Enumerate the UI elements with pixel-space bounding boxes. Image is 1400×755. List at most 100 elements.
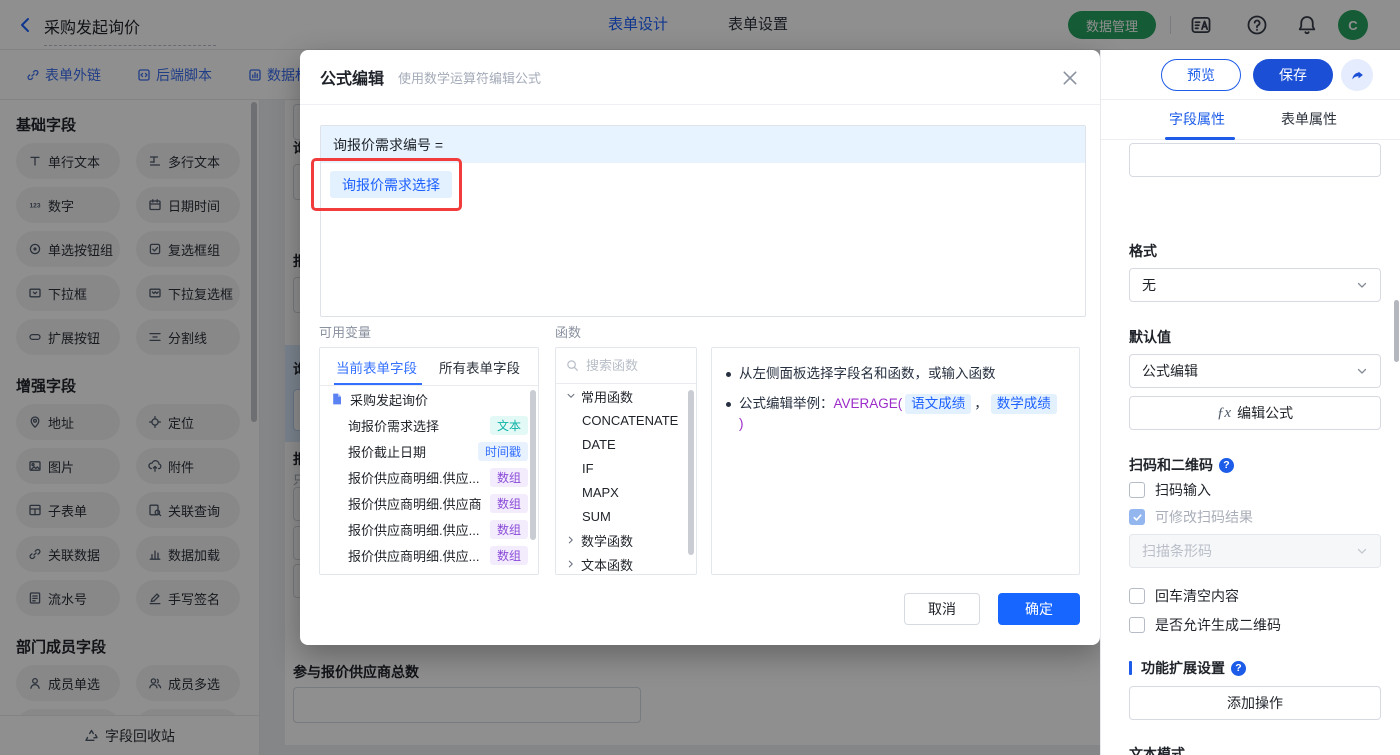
search-icon (567, 360, 578, 371)
hint-field-chip: 数学成绩 (990, 394, 1057, 414)
variable-type-badge: 数组 (489, 519, 528, 539)
hint-fn-name: AVERAGE( (833, 396, 903, 411)
format-value: 无 (1142, 277, 1156, 293)
share-button[interactable] (1341, 59, 1373, 91)
fx-icon: ƒx (1216, 404, 1232, 421)
functions-label: 函数 (555, 325, 582, 340)
properties-tabs: 字段属性 表单属性 (1101, 100, 1400, 140)
variable-tree-root[interactable]: 采购发起询价 (320, 386, 538, 412)
checkbox-checked-icon (1129, 509, 1145, 525)
function-group[interactable]: 数学函数 (556, 528, 696, 552)
default-value: 公式编辑 (1142, 363, 1198, 379)
properties-panel: 预览 保存 字段属性 表单属性 格式 无 默认值 公式编辑 ƒx 编辑公式 扫码… (1100, 50, 1400, 755)
checkbox-label: 是否允许生成二维码 (1155, 617, 1281, 633)
active-tab-underline (1165, 137, 1235, 140)
help-circle-icon[interactable] (1219, 457, 1234, 473)
add-action-button[interactable]: 添加操作 (1129, 686, 1381, 720)
variables-tabs: 当前表单字段 所有表单字段 (320, 348, 538, 386)
hint-example-line: 公式编辑举例：AVERAGE(语文成绩，数学成绩) (726, 394, 1063, 434)
default-value-select[interactable]: 公式编辑 (1129, 354, 1381, 388)
function-item[interactable]: IF (556, 456, 696, 480)
checkbox-label: 回车清空内容 (1155, 588, 1239, 604)
edit-formula-label: 编辑公式 (1237, 405, 1294, 421)
tab-all-form-fields[interactable]: 所有表单字段 (439, 357, 520, 377)
modal-footer: 取消 确定 (904, 593, 1080, 625)
hints-panel: 从左侧面板选择字段名和函数，或输入函数 公式编辑举例：AVERAGE(语文成绩，… (711, 347, 1080, 575)
panel-scrollbar[interactable] (1394, 300, 1399, 362)
function-group[interactable]: 文本函数 (556, 552, 696, 574)
barcode-type-select[interactable]: 扫描条形码 (1129, 534, 1381, 568)
function-group-name: 常用函数 (581, 389, 634, 405)
checkbox-label: 扫码输入 (1155, 482, 1211, 498)
variable-name: 报价供应商明细.供应... (348, 470, 480, 486)
modal-title: 公式编辑 (320, 71, 385, 88)
variables-scrollbar[interactable] (530, 390, 536, 540)
variable-list: 询报价需求选择 文本 报价截止日期 时间戳 报价供应商明细.供应... 数组 报价供应商明细… (320, 412, 538, 568)
function-item[interactable]: SUM (556, 504, 696, 528)
function-item[interactable]: CONCATENATE (556, 408, 696, 432)
chevron-down-icon (1357, 282, 1367, 288)
variable-name: 报价供应商明细.供应商 (348, 496, 482, 512)
preview-button[interactable]: 预览 (1161, 59, 1241, 91)
tab-current-form-fields[interactable]: 当前表单字段 (336, 357, 417, 377)
chevron-down-icon (1357, 368, 1367, 374)
variable-item[interactable]: 报价供应商明细.供应... 数组 (320, 464, 538, 490)
tab-form-properties[interactable]: 表单属性 (1281, 100, 1337, 140)
variable-item[interactable]: 报价供应商明细.供应... 数组 (320, 542, 538, 568)
function-group[interactable]: 常用函数 (556, 384, 696, 408)
close-icon[interactable] (1062, 70, 1078, 86)
app-root: 采购发起询价 表单设计 表单设置 数据管理 C 表单外链 后端脚本 数据权限 基… (0, 0, 1400, 755)
default-value-label: 默认值 (1129, 329, 1171, 345)
caret-right-icon (568, 536, 573, 544)
bullet-icon (726, 402, 731, 407)
field-name-input[interactable] (1129, 143, 1381, 177)
variable-type-badge: 数组 (489, 467, 528, 487)
form-doc-icon (333, 393, 342, 405)
hint-example: 公式编辑举例：AVERAGE(语文成绩，数学成绩) (739, 394, 1063, 434)
search-input[interactable] (586, 358, 676, 373)
scan-section-label: 扫码和二维码 (1129, 457, 1213, 473)
hint-close-paren: ) (739, 416, 744, 431)
formula-edit-modal: 公式编辑 使用数学运算符编辑公式 询报价需求编号 = 询报价需求选择 可用变量 … (300, 50, 1100, 645)
edit-formula-button[interactable]: ƒx 编辑公式 (1129, 396, 1381, 430)
format-select[interactable]: 无 (1129, 268, 1381, 302)
variable-item[interactable]: 报价供应商明细.供应商 数组 (320, 490, 538, 516)
checkbox-icon (1129, 588, 1145, 604)
tab-field-properties[interactable]: 字段属性 (1169, 100, 1225, 140)
variable-item[interactable]: 报价供应商明细.供应... 数组 (320, 516, 538, 542)
variable-name: 报价供应商明细.供应... (348, 548, 480, 564)
variable-name: 询报价需求选择 (348, 418, 440, 434)
enter-clear-checkbox[interactable]: 回车清空内容 (1129, 586, 1239, 606)
format-label: 格式 (1129, 243, 1157, 259)
formula-editor[interactable]: 询报价需求编号 = (320, 125, 1086, 317)
allow-qrcode-checkbox[interactable]: 是否允许生成二维码 (1129, 615, 1281, 635)
function-search[interactable] (556, 348, 696, 384)
add-action-label: 添加操作 (1227, 695, 1283, 711)
hint-text: 从左侧面板选择字段名和函数，或输入函数 (739, 366, 996, 381)
function-item[interactable]: MAPX (556, 480, 696, 504)
variable-type-badge: 时间戳 (477, 441, 528, 461)
modal-header: 公式编辑 使用数学运算符编辑公式 (300, 50, 1100, 105)
function-list: 常用函数 CONCATENATE DATE IF MAPX SUM 数学函数 文本函数 (556, 384, 696, 574)
barcode-placeholder: 扫描条形码 (1142, 543, 1212, 559)
save-button[interactable]: 保存 (1253, 59, 1333, 91)
scan-input-checkbox[interactable]: 扫码输入 (1129, 480, 1211, 500)
modal-subtitle: 使用数学运算符编辑公式 (398, 70, 542, 86)
actions-row: 预览 保存 (1101, 50, 1400, 100)
extension-settings-section: 功能扩展设置 (1129, 658, 1246, 678)
editable-scan-result-checkbox[interactable]: 可修改扫码结果 (1129, 507, 1253, 527)
variable-item[interactable]: 询报价需求选择 文本 (320, 412, 538, 438)
cancel-button[interactable]: 取消 (904, 593, 980, 625)
bullet-icon (726, 372, 731, 377)
confirm-button[interactable]: 确定 (998, 593, 1080, 625)
function-item[interactable]: DATE (556, 432, 696, 456)
functions-scrollbar[interactable] (688, 390, 694, 555)
functions-panel: 常用函数 CONCATENATEDATEIFMAPXSUM 数学函数文本函数 (555, 347, 697, 575)
variable-item[interactable]: 报价截止日期 时间戳 (320, 438, 538, 464)
checkbox-label: 可修改扫码结果 (1155, 509, 1253, 525)
help-circle-icon[interactable] (1231, 660, 1246, 676)
caret-right-icon (568, 560, 573, 568)
hint-field-chip: 语文成绩 (905, 394, 972, 414)
text-mode-label: 文本模式 (1129, 746, 1185, 755)
checkbox-icon (1129, 482, 1145, 498)
